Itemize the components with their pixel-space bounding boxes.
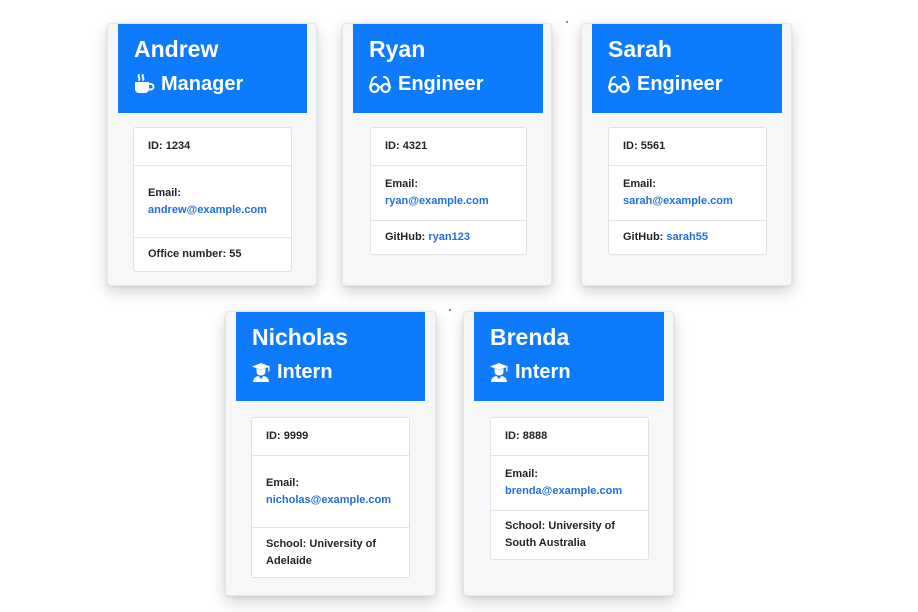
email-link[interactable]: brenda@example.com [505, 483, 634, 500]
email-item: Email: andrew@example.com [134, 165, 291, 237]
school-label: School: [266, 537, 307, 550]
email-label: Email: [505, 468, 539, 480]
github-link[interactable]: sarah55 [666, 231, 708, 243]
id-item: ID: 1234 [134, 128, 291, 165]
card-header: Nicholas Intern [236, 312, 425, 401]
github-label: GitHub: [623, 231, 664, 243]
email-item: Email: nicholas@example.com [252, 455, 409, 527]
details-list: ID: 8888 Email: brenda@example.com Schoo… [490, 417, 649, 560]
details-list: ID: 5561 Email: sarah@example.com GitHub… [608, 127, 767, 255]
school-item: School: University of South Australia [491, 510, 648, 559]
employee-card-sarah: Sarah Engineer ID: 5561 Email: sarah@exa… [581, 23, 792, 286]
office-number-item: Office number: 55 [134, 237, 291, 271]
github-label: GitHub: [385, 231, 426, 243]
id-value: 8888 [522, 430, 548, 442]
role-label: Engineer [398, 73, 484, 95]
id-value: 1234 [165, 140, 191, 152]
email-link[interactable]: sarah@example.com [623, 193, 752, 210]
employee-card-nicholas: Nicholas Intern ID: 9999 Email: nicholas… [225, 311, 436, 596]
employee-name: Sarah [608, 36, 672, 62]
github-item: GitHub: sarah55 [609, 220, 766, 254]
id-label: ID: [266, 430, 281, 442]
employee-card-brenda: Brenda Intern ID: 8888 Email: brenda@exa… [463, 311, 674, 596]
email-item: Email: ryan@example.com [371, 165, 526, 220]
email-link[interactable]: nicholas@example.com [266, 492, 395, 509]
email-label: Email: [623, 178, 657, 190]
role-label: Manager [161, 73, 244, 95]
email-item: Email: sarah@example.com [609, 165, 766, 220]
card-header: Sarah Engineer [592, 24, 782, 113]
employee-name: Brenda [490, 324, 570, 350]
email-label: Email: [148, 186, 182, 199]
decorative-dot [566, 21, 568, 23]
employee-role: Engineer [607, 71, 723, 97]
id-label: ID: [505, 430, 520, 442]
glasses-icon [369, 76, 391, 94]
employee-name: Ryan [369, 36, 426, 62]
email-label: Email: [266, 476, 300, 489]
school-label: School: [505, 520, 546, 532]
employee-role: Intern [489, 359, 571, 385]
card-header: Andrew Manager [118, 24, 307, 113]
id-value: 4321 [402, 140, 428, 152]
email-item: Email: brenda@example.com [491, 455, 648, 510]
details-list: ID: 1234 Email: andrew@example.com Offic… [133, 127, 292, 272]
id-item: ID: 4321 [371, 128, 526, 165]
role-label: Engineer [637, 73, 723, 95]
github-link[interactable]: ryan123 [428, 231, 470, 243]
coffee-cup-icon [135, 74, 155, 93]
employee-role: Intern [251, 359, 333, 385]
id-label: ID: [385, 140, 400, 152]
office-number-label: Office number: [148, 248, 227, 260]
id-value: 9999 [283, 430, 309, 442]
id-item: ID: 5561 [609, 128, 766, 165]
glasses-icon [608, 76, 630, 94]
email-link[interactable]: ryan@example.com [385, 193, 512, 210]
graduate-icon [490, 363, 508, 382]
email-label: Email: [385, 178, 419, 190]
id-label: ID: [623, 140, 638, 152]
employee-name: Andrew [134, 36, 219, 62]
card-header: Ryan Engineer [353, 24, 543, 113]
github-item: GitHub: ryan123 [371, 220, 526, 254]
office-number-value: 55 [229, 248, 242, 260]
email-link[interactable]: andrew@example.com [148, 202, 277, 219]
employee-name: Nicholas [252, 324, 348, 350]
card-header: Brenda Intern [474, 312, 664, 401]
employee-card-andrew: Andrew Manager ID: 1234 Email: andrew@ex… [107, 23, 317, 286]
details-list: ID: 4321 Email: ryan@example.com GitHub:… [370, 127, 527, 255]
id-value: 5561 [640, 140, 666, 152]
id-item: ID: 9999 [252, 418, 409, 455]
role-label: Intern [515, 361, 571, 383]
id-label: ID: [148, 140, 163, 152]
id-item: ID: 8888 [491, 418, 648, 455]
school-item: School: University of Adelaide [252, 527, 409, 577]
decorative-dot [449, 309, 451, 311]
employee-role: Engineer [368, 71, 484, 97]
role-label: Intern [277, 361, 333, 383]
employee-role: Manager [133, 71, 243, 97]
employee-card-ryan: Ryan Engineer ID: 4321 Email: ryan@examp… [342, 23, 552, 286]
details-list: ID: 9999 Email: nicholas@example.com Sch… [251, 417, 410, 578]
graduate-icon [252, 363, 270, 382]
